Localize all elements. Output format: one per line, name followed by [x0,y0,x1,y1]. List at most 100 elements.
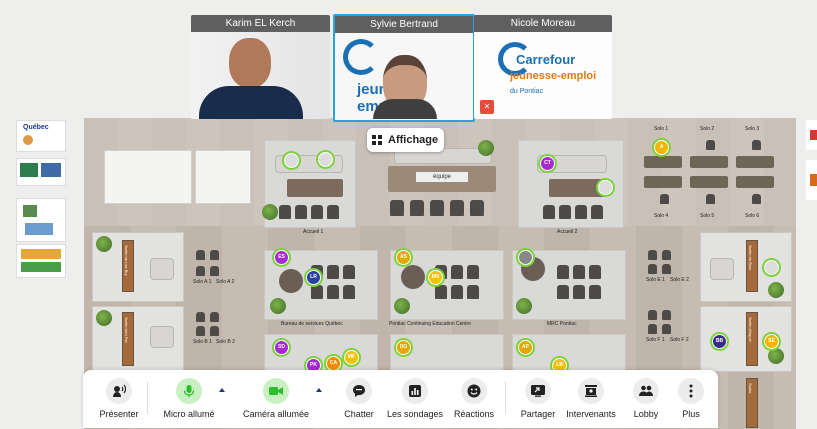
chair [470,200,484,216]
label-solo-5: Solo 5 [700,213,715,219]
chair [327,285,339,299]
presenter-button[interactable]: Présenter [95,378,143,419]
chair [196,250,205,260]
video-tile-nicole[interactable]: Nicole Moreau Carrefour jeunesse-emploi … [474,15,612,119]
label-solo-b1: Solo B 1 [193,339,212,345]
chair [450,200,464,216]
avatar[interactable]: A [654,140,669,155]
chair [752,140,761,150]
more-button[interactable]: Plus [675,378,707,419]
armchair [150,326,174,348]
participant-shirt [373,99,437,119]
chair [327,265,339,279]
camera-options-chevron-icon[interactable] [316,388,322,392]
speakers-button[interactable]: Intervenants [563,378,619,419]
chair [196,312,205,322]
plant-icon [478,140,494,156]
affichage-label: Affichage [388,134,439,146]
label-solo-1: Solo 1 [654,126,669,132]
affichage-button[interactable]: Affichage [367,128,445,152]
chat-button[interactable]: Chatter [339,378,379,419]
presenter-icon [106,378,132,404]
chair [343,285,355,299]
chair [589,285,601,299]
video-tile-sylvie[interactable]: Sylvie Bertrand jeunesse-emploi [333,14,475,122]
share-button[interactable]: Partager [517,378,559,419]
label-solo-4: Solo 4 [654,213,669,219]
armchair [327,205,339,219]
avatar[interactable]: LR [306,270,321,285]
microphone-label: Micro allumé [163,409,215,419]
video-tile-karim[interactable]: Karim EL Kerch [191,15,330,119]
sponsor-quebec[interactable]: Québec [16,120,66,152]
chair [410,200,424,216]
grid-icon [372,135,382,145]
microphone-button[interactable]: Micro allumé [159,378,219,419]
solo-desk-4[interactable] [644,176,682,188]
chair [573,265,585,279]
zone-equipe[interactable]: équipe [380,148,504,226]
more-vertical-icon [678,378,704,404]
toolbar-divider [505,382,506,414]
microphone-icon [176,378,202,404]
avatar[interactable]: ES [274,250,289,265]
chair [662,250,671,260]
zone-accueil-1[interactable] [264,140,356,228]
sponsor-logo-4[interactable] [16,244,66,278]
avatar-photo[interactable] [284,153,299,168]
sponsor-logo-icon [20,163,38,177]
avatar[interactable]: AS [396,250,411,265]
sponsor-logo-3[interactable] [16,198,66,242]
label-solo-6: Solo 6 [745,213,760,219]
round-table [279,269,303,293]
solo-desk-1[interactable] [644,156,682,168]
chair [662,324,671,334]
banner-sortie-lac: Sortie du Lac Bry [122,240,134,292]
avatar[interactable]: DG [396,340,411,355]
chair [752,194,761,204]
chair [557,285,569,299]
solo-desk-6[interactable] [736,176,774,188]
bottom-toolbar: Présenter Micro allumé Caméra allumée Ch… [83,370,718,428]
sponsor-logo-icon [21,262,61,272]
sponsor-logo-2[interactable] [16,158,66,186]
right-sponsor-1[interactable] [806,120,817,150]
banner-sortie-allay: Sortie Allay-ei [746,312,758,366]
chat-icon [346,378,372,404]
solo-desk-5[interactable] [690,176,728,188]
avatar-photo[interactable] [318,152,333,167]
avatar[interactable]: MF [344,350,359,365]
share-screen-icon [525,378,551,404]
right-sponsor-2[interactable] [806,160,817,200]
solo-desk-3[interactable] [736,156,774,168]
avatar-photo[interactable] [518,250,533,265]
avatar[interactable]: AP [518,340,533,355]
camera-button[interactable]: Caméra allumée [241,378,311,419]
avatar-photo[interactable] [598,180,613,195]
chair [210,312,219,322]
avatar-photo[interactable] [764,260,779,275]
solo-desk-2[interactable] [690,156,728,168]
microphone-options-chevron-icon[interactable] [219,388,225,392]
avatar[interactable]: SE [764,334,779,349]
participant-shirt [199,86,303,119]
polls-button[interactable]: Les sondages [387,378,443,419]
chair [311,285,323,299]
chair [467,265,479,279]
whiteboard-2[interactable] [195,150,251,204]
avatar[interactable]: MS [428,270,443,285]
sponsor-logo-icon [23,205,37,217]
chair [210,250,219,260]
avatar[interactable]: BB [712,334,727,349]
participant-name: Karim EL Kerch [191,15,330,32]
avatar[interactable]: SD [274,340,289,355]
coffee-table [287,179,343,197]
plant-icon [516,298,532,314]
avatar[interactable]: CT [540,156,555,171]
chair [660,194,669,204]
lobby-button[interactable]: Lobby [627,378,665,419]
reactions-button[interactable]: Réactions [453,378,495,419]
avatar[interactable]: CA [326,356,341,371]
poll-chart-icon [402,378,428,404]
whiteboard-1[interactable] [104,150,192,204]
